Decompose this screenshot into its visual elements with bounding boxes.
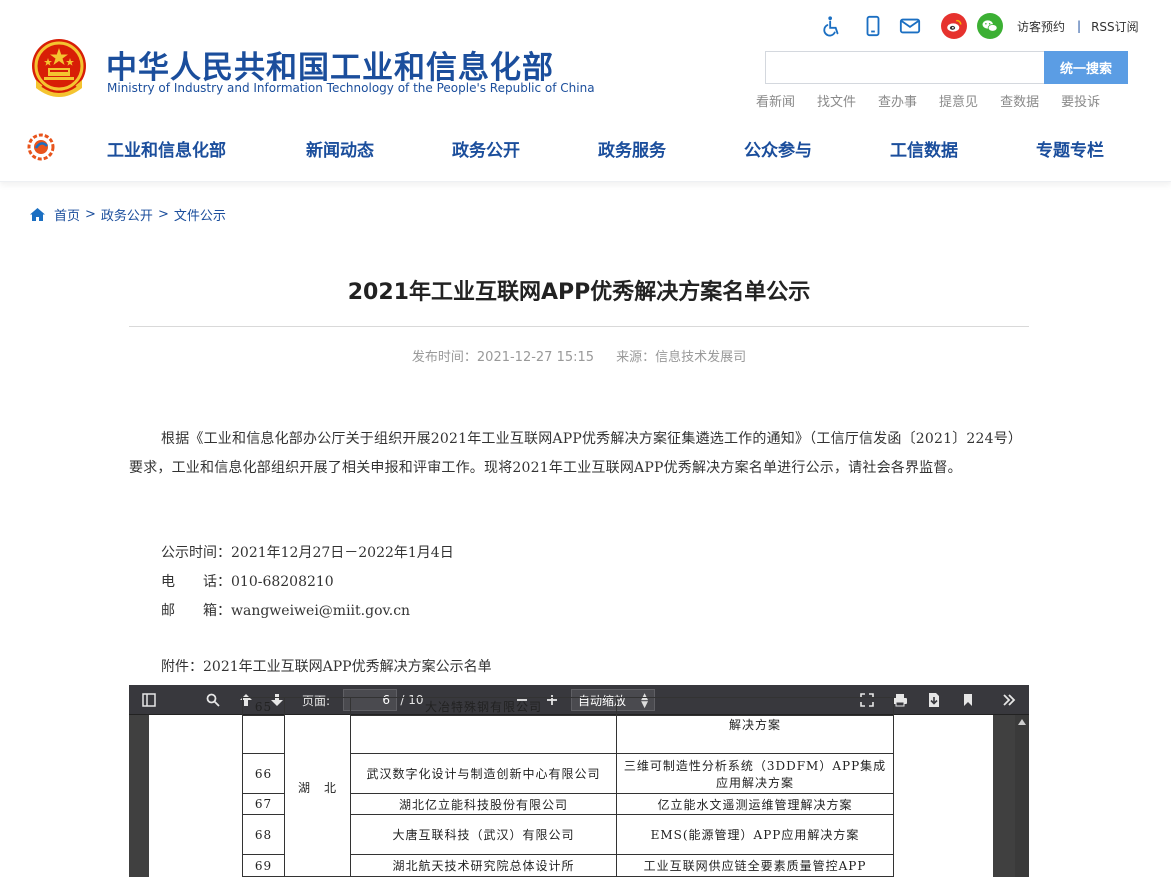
weibo-icon[interactable] [941,13,967,39]
rss-link[interactable]: RSS订阅 [1091,18,1139,35]
quick-link-data[interactable]: 查数据 [1000,91,1039,110]
nav-item-services[interactable]: 政务服务 [598,136,666,161]
breadcrumb-home[interactable]: 首页 [54,205,80,224]
separator: | [1077,19,1082,33]
wechat-icon[interactable] [977,13,1003,39]
table-cell-province: 湖 北 [284,697,351,877]
table-cell-company: 大唐互联科技（武汉）有限公司 [350,814,617,855]
breadcrumb-separator: > [85,207,96,222]
table-cell-solution: 亿立能水文遥测运维管理解决方案 [616,793,894,815]
table-cell-company: 湖北亿立能科技股份有限公司 [350,793,617,815]
main-nav: 工业和信息化部 新闻动态 政务公开 政务服务 公众参与 工信数据 专题专栏 [0,133,1171,163]
table-cell-no: 65 [242,697,285,716]
nav-item-data[interactable]: 工信数据 [890,136,958,161]
contact-email: 邮 箱：wangweiwei@miit.gov.cn [161,603,411,619]
nav-item-special-topics[interactable]: 专题专栏 [1036,136,1104,161]
search-input[interactable] [765,51,1045,84]
bookmark-icon[interactable] [956,685,980,715]
table-cell-company [350,715,617,754]
nav-item-government-affairs[interactable]: 政务公开 [452,136,520,161]
article-paragraph: 根据《工业和信息化部办公厅关于组织开展2021年工业互联网APP优秀解决方案征集… [129,431,1023,476]
table-cell-no: 69 [242,854,285,877]
breadcrumb: 首页 > 政务公开 > 文件公示 [29,205,226,224]
breadcrumb-file-notice[interactable]: 文件公示 [174,205,226,224]
visit-appointment-link[interactable]: 访客预约 [1017,18,1065,35]
pdf-viewer: 页面: / 10 自动缩放 ▲▼ 65 [129,685,1029,877]
mail-icon[interactable] [898,14,922,38]
nav-item-news[interactable]: 新闻动态 [306,136,374,161]
quick-link-services[interactable]: 查办事 [878,91,917,110]
quick-links: 看新闻 找文件 查办事 提意见 查数据 要投诉 [756,91,1122,110]
table-cell-solution: 工业互联网供应链全要素质量管控APP [616,854,894,877]
table-cell-no: 66 [242,753,285,794]
national-emblem-icon[interactable] [28,36,90,100]
nav-item-public-participation[interactable]: 公众参与 [744,136,812,161]
breadcrumb-separator: > [157,207,169,222]
sidebar-toggle-icon[interactable] [137,685,161,715]
scroll-up-icon[interactable] [1018,719,1026,725]
article-title: 2021年工业互联网APP优秀解决方案名单公示 [347,280,811,305]
pdf-scrollbar[interactable] [1015,715,1029,877]
search-button[interactable]: 统一搜索 [1044,51,1128,84]
search-icon[interactable] [201,685,225,715]
quick-link-complaint[interactable]: 要投诉 [1061,91,1100,110]
table-cell-no [242,715,285,754]
home-icon[interactable] [29,207,46,222]
contact-phone: 电 话：010-68208210 [161,574,334,590]
table-cell-no: 68 [242,814,285,855]
breadcrumb-government-affairs[interactable]: 政务公开 [101,205,153,224]
table-cell-company: 大冶特殊钢有限公司 [350,697,617,716]
notice-time: 公示时间：2021年12月27日－2022年1月4日 [161,545,454,561]
site-header: 中华人民共和国工业和信息化部 Ministry of Industry and … [0,0,1171,182]
publish-time: 发布时间：2021-12-27 15:15 [411,350,595,365]
table-cell-solution [616,697,894,716]
article-source: 来源：信息技术发展司 [616,350,747,365]
table-cell-solution: 解决方案 [616,715,894,754]
nav-item-ministry[interactable]: 工业和信息化部 [107,136,226,161]
table-cell-no: 67 [242,793,285,815]
site-subtitle: Ministry of Industry and Information Tec… [107,81,595,95]
table-cell-solution: 三维可制造性分析系统（3DDFM）APP集成应用解决方案 [616,753,894,794]
mobile-icon[interactable] [861,14,885,38]
quick-link-files[interactable]: 找文件 [817,91,856,110]
accessibility-icon[interactable] [820,14,844,38]
article-meta: 发布时间：2021-12-27 15:15 来源：信息技术发展司 [129,346,1029,365]
attachment-label: 附件：2021年工业互联网APP优秀解决方案公示名单 [161,659,492,675]
solution-table: 65 湖 北 大冶特殊钢有限公司 解决方案 66 武汉数字化设计与制造创新中心有… [242,697,894,877]
download-icon[interactable] [922,685,946,715]
table-cell-company: 湖北航天技术研究院总体设计所 [350,854,617,877]
quick-link-feedback[interactable]: 提意见 [939,91,978,110]
quick-link-news[interactable]: 看新闻 [756,91,795,110]
top-toolbar: 访客预约 | RSS订阅 [820,12,1139,40]
table-cell-solution: EMS(能源管理）APP应用解决方案 [616,814,894,855]
title-divider [129,326,1029,327]
pdf-page: 65 湖 北 大冶特殊钢有限公司 解决方案 66 武汉数字化设计与制造创新中心有… [149,697,993,877]
tools-menu-icon[interactable] [997,685,1021,715]
table-cell-company: 武汉数字化设计与制造创新中心有限公司 [350,753,617,794]
